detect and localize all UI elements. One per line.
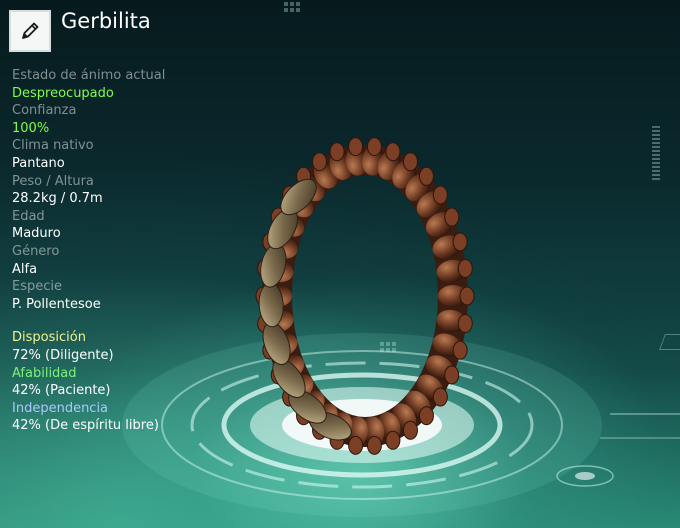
field-label: Especie [12,279,62,295]
trait-label: Independencia [12,400,109,416]
trait-label: Disposición [12,330,86,346]
pencil-icon [22,22,39,39]
hud-marker [380,342,396,352]
info-field-climate: Clima nativo Pantano [12,137,165,172]
trait-label: Afabilidad [12,365,77,381]
field-value: Pantano [12,155,65,171]
creature-spike [385,430,401,450]
field-value: Maduro [12,226,61,242]
edit-name-button[interactable] [9,10,51,52]
creature-info-panel: Estado de ánimo actual Despreocupado Con… [12,67,165,435]
trait-affability: Afabilidad 42% (Paciente) [12,365,165,400]
creature-spike [366,435,382,455]
creature-spike [459,286,475,306]
creature-spike [312,152,328,172]
creature-spike [457,258,473,278]
field-value: Despreocupado [12,85,114,101]
field-label: Clima nativo [12,138,94,154]
creature-spike [402,420,418,440]
info-field-age: Edad Maduro [12,208,165,243]
creature-spike [348,137,364,157]
creature-spike [385,142,401,162]
creature-spike [452,340,468,360]
trait-value: 42% (De espíritu libre) [12,418,159,434]
info-field-gender: Género Alfa [12,243,165,278]
creature-name: Gerbilita [61,9,151,33]
creature-spike [402,152,418,172]
field-value: 28.2kg / 0.7m [12,191,103,207]
field-label: Género [12,243,60,259]
hud-marker [284,2,300,12]
creature-spike [444,207,460,227]
info-field-mood: Estado de ánimo actual Despreocupado [12,67,165,102]
trait-value: 72% (Diligente) [12,347,114,363]
info-field-weight-height: Peso / Altura 28.2kg / 0.7m [12,173,165,208]
field-value: P. Pollentesoe [12,296,101,312]
creature-spike [366,137,382,157]
field-label: Peso / Altura [12,173,94,189]
creature-spike [457,314,473,334]
trait-value: 42% (Paciente) [12,383,111,399]
trait-independence: Independencia 42% (De espíritu libre) [12,400,165,435]
field-label: Edad [12,208,45,224]
trait-list: Disposición 72% (Diligente) Afabilidad 4… [12,329,165,435]
field-label: Confianza [12,103,77,119]
creature-spike [329,142,345,162]
creature-spike [452,232,468,252]
trait-disposition: Disposición 72% (Diligente) [12,329,165,364]
creature-spike [432,387,448,407]
creature-spike [418,166,434,186]
creature-spike [418,406,434,426]
creature-spike [348,435,364,455]
field-value: Alfa [12,261,38,277]
header: Gerbilita [9,9,151,52]
field-value: 100% [12,120,50,136]
field-label: Estado de ánimo actual [12,68,166,83]
hud-indicator [652,126,660,182]
info-field-trust: Confianza 100% [12,102,165,137]
info-field-species: Especie P. Pollentesoe [12,278,165,313]
creature-spike [432,185,448,205]
creature-spike [444,365,460,385]
